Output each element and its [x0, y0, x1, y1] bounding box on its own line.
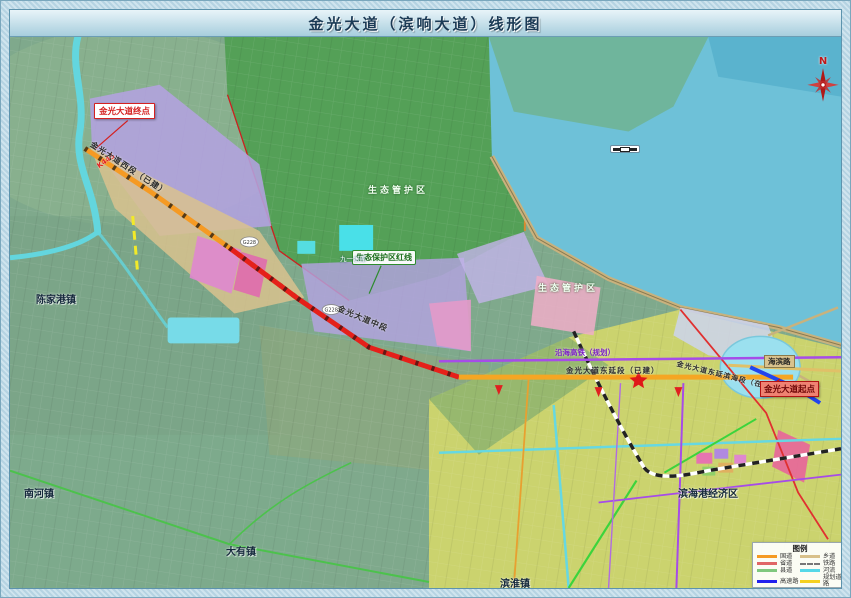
compass-star-icon — [806, 67, 840, 105]
legend-label: 高速路 — [780, 578, 799, 585]
road-shield-2: G228 — [322, 305, 340, 315]
road-shield-1: G228 — [240, 237, 258, 247]
map-canvas: G228 G228 金光大道终点 K445 金光大道西段（已建） 生态保护区红线… — [10, 37, 841, 588]
compass-north-label: N — [805, 57, 841, 67]
legend-swatch — [757, 562, 777, 565]
legend-swatch — [800, 555, 820, 558]
svg-text:G228: G228 — [325, 308, 338, 314]
page-title: 金光大道（滨响大道）线形图 — [308, 13, 542, 34]
legend-swatch — [757, 569, 777, 572]
legend-item: 省道 — [757, 560, 800, 567]
legend: 图例 国道省道县道高速路乡道铁路河流规划道路 — [752, 542, 841, 588]
legend-item: 县道 — [757, 567, 800, 574]
legend-swatch — [800, 563, 820, 565]
map-frame: 金光大道（滨响大道）线形图 — [9, 9, 842, 589]
map-artwork: G228 G228 — [10, 37, 841, 588]
legend-swatch — [800, 569, 820, 572]
legend-swatch — [757, 555, 777, 558]
legend-label: 县道 — [780, 567, 792, 574]
title-bar: 金光大道（滨响大道）线形图 — [10, 10, 841, 37]
legend-label: 规划道路 — [823, 574, 841, 587]
scale-bar — [610, 145, 640, 153]
legend-items: 国道省道县道高速路乡道铁路河流规划道路 — [757, 553, 841, 587]
legend-item: 高速路 — [757, 574, 800, 588]
map-sheet: 金光大道（滨响大道）线形图 — [0, 0, 851, 598]
compass-rose: N — [805, 57, 841, 109]
legend-swatch — [800, 580, 820, 583]
legend-item: 国道 — [757, 553, 800, 560]
legend-item: 规划道路 — [800, 574, 841, 588]
svg-text:G228: G228 — [243, 240, 256, 246]
legend-swatch — [757, 580, 777, 583]
